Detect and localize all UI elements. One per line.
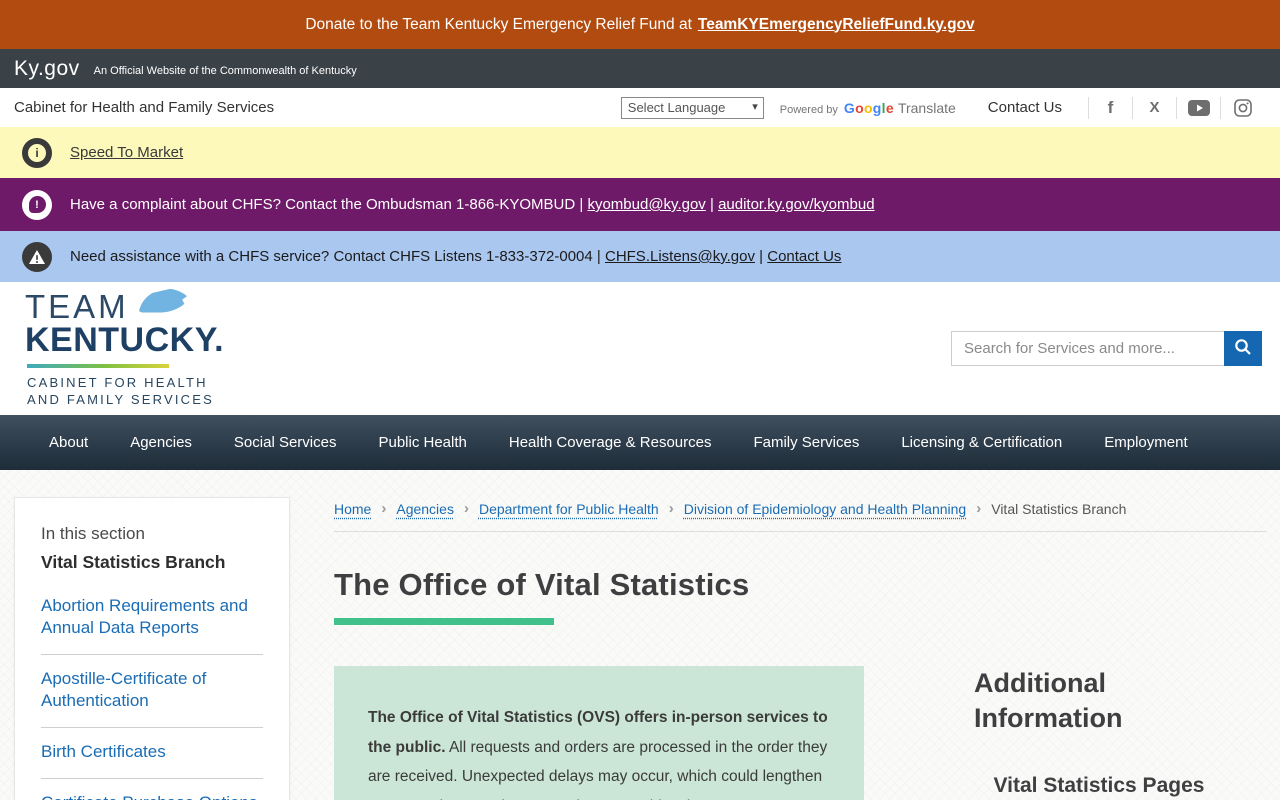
utility-right: Select Language ▾ Powered by Google Tran… — [621, 97, 1264, 119]
kentucky-state-icon — [135, 288, 189, 319]
divider — [334, 531, 1266, 532]
donate-text: Donate to the Team Kentucky Emergency Re… — [305, 16, 692, 34]
site-name: Cabinet for Health and Family Services — [14, 99, 274, 116]
sidebar-title: Vital Statistics Branch — [41, 552, 263, 573]
logo-gradient-rule — [27, 364, 169, 368]
nav-employment[interactable]: Employment — [1083, 415, 1208, 470]
ovs-callout-box: The Office of Vital Statistics (OVS) off… — [334, 666, 864, 800]
chfs-listens-email-link[interactable]: CHFS.Listens@ky.gov — [605, 248, 755, 265]
site-header: TEAM KENTUCKY. CABINET FOR HEALTH AND FA… — [0, 282, 1280, 415]
sidebar-eyebrow: In this section — [41, 524, 263, 544]
main-row: The Office of Vital Statistics (OVS) off… — [334, 666, 1280, 800]
official-bar: Ky.gov An Official Website of the Common… — [0, 49, 1280, 88]
sidebar-links: Abortion Requirements and Annual Data Re… — [41, 595, 263, 800]
section-sidebar: In this section Vital Statistics Branch … — [14, 497, 290, 800]
nav-health-coverage[interactable]: Health Coverage & Resources — [488, 415, 733, 470]
social-icons: f X — [1088, 97, 1264, 119]
chevron-right-icon: › — [381, 500, 386, 517]
breadcrumb-agencies[interactable]: Agencies — [396, 501, 454, 517]
language-select[interactable]: Select Language — [622, 98, 763, 118]
page-content: In this section Vital Statistics Branch … — [0, 470, 1280, 800]
donate-link[interactable]: TeamKYEmergencyReliefFund.ky.gov — [698, 16, 975, 34]
chevron-right-icon: › — [464, 500, 469, 517]
speed-to-market-link[interactable]: Speed To Market — [70, 144, 183, 161]
vital-statistics-pages-heading: Vital Statistics Pages — [974, 774, 1224, 798]
google-translate-attribution: Powered by Google Translate — [780, 100, 956, 116]
alert-ombudsman: ! Have a complaint about CHFS? Contact t… — [0, 178, 1280, 231]
title-accent-rule — [334, 618, 554, 625]
sidebar-link-apostille[interactable]: Apostille-Certificate of Authentication — [41, 655, 263, 728]
contact-us-link[interactable]: Contact Us — [988, 99, 1062, 116]
logo-cabinet-line1: CABINET FOR HEALTH — [27, 375, 224, 392]
nav-agencies[interactable]: Agencies — [109, 415, 213, 470]
breadcrumb-current: Vital Statistics Branch — [991, 501, 1126, 517]
breadcrumb: Home › Agencies › Department for Public … — [334, 500, 1280, 517]
official-text: An Official Website of the Commonwealth … — [94, 65, 357, 77]
warning-icon — [22, 242, 52, 272]
additional-info-title: Additional Information — [974, 666, 1184, 736]
site-search — [951, 331, 1262, 366]
powered-by-label: Powered by — [780, 104, 838, 116]
youtube-icon[interactable] — [1177, 100, 1220, 116]
utility-row: Cabinet for Health and Family Services S… — [0, 88, 1280, 127]
nav-social-services[interactable]: Social Services — [213, 415, 358, 470]
donate-banner: Donate to the Team Kentucky Emergency Re… — [0, 0, 1280, 49]
chevron-right-icon: › — [976, 500, 981, 517]
google-logo: Google — [844, 100, 894, 116]
blue-contact-us-link[interactable]: Contact Us — [767, 248, 841, 265]
kyombud-email-link[interactable]: kyombud@ky.gov — [587, 196, 705, 213]
search-input[interactable] — [951, 331, 1224, 366]
instagram-icon[interactable] — [1221, 99, 1264, 117]
logo-cabinet-line2: AND FAMILY SERVICES — [27, 392, 224, 409]
auditor-link[interactable]: auditor.ky.gov/kyombud — [718, 196, 874, 213]
main-nav: About Agencies Social Services Public He… — [0, 415, 1280, 470]
nav-about[interactable]: About — [28, 415, 109, 470]
complaint-icon: ! — [22, 190, 52, 220]
kygov-logo[interactable]: Ky.gov — [14, 57, 80, 81]
nav-licensing[interactable]: Licensing & Certification — [880, 415, 1083, 470]
translate-label: Translate — [898, 100, 956, 116]
team-kentucky-logo[interactable]: TEAM KENTUCKY. CABINET FOR HEALTH AND FA… — [25, 288, 224, 409]
logo-team-text: TEAM — [25, 290, 129, 323]
breadcrumb-home[interactable]: Home — [334, 501, 371, 517]
main-column: Home › Agencies › Department for Public … — [334, 470, 1280, 800]
sidebar-link-abortion-reports[interactable]: Abortion Requirements and Annual Data Re… — [41, 595, 263, 655]
search-icon — [1234, 338, 1252, 359]
breadcrumb-public-health[interactable]: Department for Public Health — [479, 501, 659, 517]
sidebar-link-certificate-purchase[interactable]: Certificate Purchase Options — [41, 779, 263, 800]
facebook-icon[interactable]: f — [1089, 98, 1132, 118]
ombudsman-text: Have a complaint about CHFS? Contact the… — [70, 196, 875, 213]
nav-family-services[interactable]: Family Services — [732, 415, 880, 470]
additional-info-column: Additional Information Vital Statistics … — [974, 666, 1266, 800]
x-twitter-icon[interactable]: X — [1133, 99, 1176, 116]
logo-kentucky-text: KENTUCKY. — [25, 323, 224, 359]
page-title: The Office of Vital Statistics — [334, 567, 1280, 603]
sidebar-link-birth-certificates[interactable]: Birth Certificates — [41, 728, 263, 779]
search-button[interactable] — [1224, 331, 1262, 366]
chfs-listens-text: Need assistance with a CHFS service? Con… — [70, 248, 841, 265]
alert-chfs-listens: Need assistance with a CHFS service? Con… — [0, 231, 1280, 282]
alert-speed-to-market: i Speed To Market — [0, 127, 1280, 178]
language-select-wrap: Select Language ▾ — [621, 97, 764, 119]
breadcrumb-epidemiology[interactable]: Division of Epidemiology and Health Plan… — [684, 501, 967, 517]
chevron-right-icon: › — [669, 500, 674, 517]
nav-public-health[interactable]: Public Health — [357, 415, 487, 470]
info-icon: i — [22, 138, 52, 168]
